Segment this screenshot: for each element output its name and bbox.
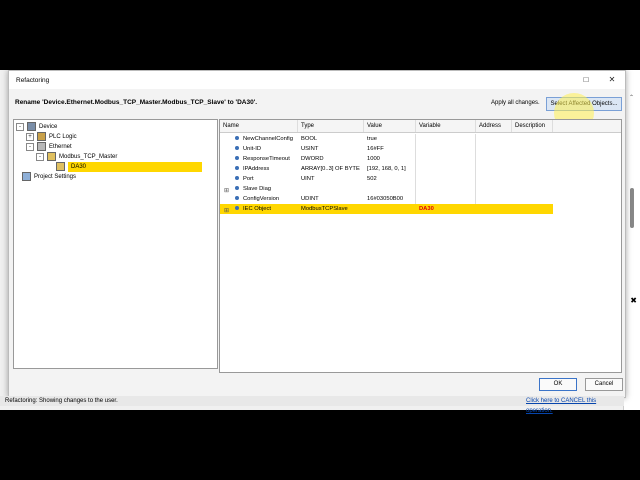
- ethernet-icon: [37, 142, 46, 151]
- table-row[interactable]: ResponseTimeout DWORD 1000: [220, 154, 553, 164]
- column-header-variable[interactable]: Variable: [416, 120, 476, 132]
- table-row[interactable]: Unit-ID USINT 16#FF: [220, 144, 553, 154]
- status-bar: Refactoring: Showing changes to the user…: [0, 396, 624, 414]
- tree-item-plc-logic[interactable]: + PLC Logic: [26, 132, 77, 142]
- tree-item-device[interactable]: - Device: [16, 122, 57, 132]
- grid-header: Name Type Value Variable Address Descrip…: [220, 120, 621, 133]
- parameter-icon: [235, 196, 239, 201]
- table-row[interactable]: Port UINT 502: [220, 174, 553, 184]
- table-row-selected[interactable]: ⊞ IEC Object ModbusTCPSlave DA30: [220, 204, 553, 214]
- tree-item-modbus-tcp-master[interactable]: - Modbus_TCP_Master: [36, 152, 117, 162]
- background-scrollbar[interactable]: [630, 188, 634, 228]
- close-icon[interactable]: ✖: [630, 296, 637, 305]
- close-icon[interactable]: ✕: [605, 74, 619, 86]
- cancel-button[interactable]: Cancel: [585, 378, 623, 391]
- rename-description: Rename 'Device.Ethernet.Modbus_TCP_Maste…: [15, 99, 258, 106]
- tree-item-da30[interactable]: DA30: [56, 162, 202, 173]
- application-background: ⌃ ✖ Refactoring □ ✕ Rename 'Device.Ether…: [0, 70, 640, 414]
- table-row[interactable]: IPAddress ARRAY[0..3] OF BYTE [192, 168,…: [220, 164, 553, 174]
- tree-item-project-settings[interactable]: Project Settings: [22, 172, 76, 182]
- variable-cell-highlight[interactable]: DA30: [416, 204, 476, 214]
- parameter-icon: [235, 176, 239, 181]
- device-tree: - Device + PLC Logic - Ethernet - Modbus_TCP…: [13, 119, 218, 369]
- parameter-icon: [235, 186, 239, 191]
- maximize-icon[interactable]: □: [579, 74, 593, 86]
- project-settings-icon: [22, 172, 31, 181]
- collapse-icon[interactable]: -: [26, 143, 34, 152]
- parameter-icon: [235, 156, 239, 161]
- column-header-description[interactable]: Description: [512, 120, 553, 132]
- ok-button[interactable]: OK: [539, 378, 577, 391]
- title-bar: Refactoring □ ✕: [9, 71, 625, 89]
- column-header-type[interactable]: Type: [298, 120, 364, 132]
- expand-icon[interactable]: +: [26, 133, 34, 142]
- column-header-value[interactable]: Value: [364, 120, 416, 132]
- column-header-name[interactable]: Name: [220, 120, 298, 132]
- parameter-icon: [235, 166, 239, 171]
- window-title: Refactoring: [16, 77, 50, 84]
- io-mapping-grid: Name Type Value Variable Address Descrip…: [219, 119, 622, 373]
- chevron-up-icon[interactable]: ⌃: [629, 94, 634, 101]
- collapse-icon[interactable]: -: [36, 153, 44, 162]
- select-affected-objects-button[interactable]: Select Affected Objects...: [546, 97, 622, 111]
- cancel-operation-link[interactable]: Click here to CANCEL this operation.: [526, 396, 624, 416]
- parameter-icon: [235, 146, 239, 151]
- status-text: Refactoring: Showing changes to the user…: [5, 398, 118, 404]
- column-header-address[interactable]: Address: [476, 120, 512, 132]
- device-icon: [27, 122, 36, 131]
- tree-item-ethernet[interactable]: - Ethernet: [26, 142, 72, 152]
- parameter-icon: [235, 206, 239, 211]
- plc-logic-icon: [37, 132, 46, 141]
- parameter-icon: [235, 136, 239, 141]
- table-row[interactable]: ⊞ Slave Diag: [220, 184, 553, 194]
- modbus-master-icon: [47, 152, 56, 161]
- apply-all-label: Apply all changes.: [491, 100, 540, 106]
- modbus-slave-icon: [56, 162, 65, 171]
- table-row[interactable]: ConfigVersion UDINT 16#03050B00: [220, 194, 553, 204]
- table-row[interactable]: NewChannelConfig BOOL true: [220, 134, 553, 144]
- refactoring-dialog: Refactoring □ ✕ Rename 'Device.Ethernet.…: [8, 70, 626, 398]
- expand-icon[interactable]: ⊞: [224, 206, 229, 216]
- collapse-icon[interactable]: -: [16, 123, 24, 132]
